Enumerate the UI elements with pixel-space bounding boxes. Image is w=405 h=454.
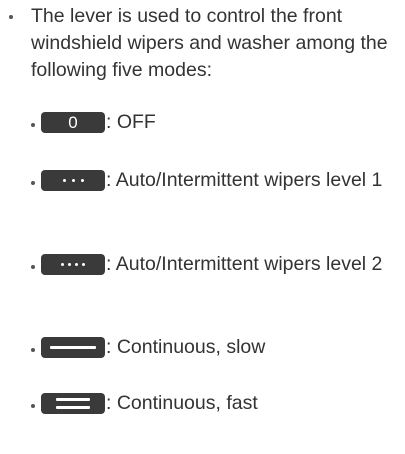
intermittent-4-dots-icon (41, 254, 105, 275)
bullet-dot (31, 404, 35, 408)
intermittent-3-dots-icon (41, 170, 105, 191)
mode-label-continuous-fast: : Continuous, fast (106, 392, 258, 414)
off-symbol: 0 (68, 113, 78, 132)
bullet-dot (9, 15, 13, 19)
bullet-dot (31, 123, 35, 127)
continuous-slow-line-icon (41, 337, 105, 358)
continuous-fast-double-line-icon (41, 393, 105, 414)
bullet-dot (31, 181, 35, 185)
mode-label-continuous-slow: : Continuous, slow (106, 336, 266, 358)
bullet-dot (31, 265, 35, 269)
mode-label-intermittent-1: : Auto/Intermittent wipers level 1 (106, 169, 383, 191)
off-zero-icon: 0 (41, 112, 105, 133)
mode-label-intermittent-2: : Auto/Intermittent wipers level 2 (106, 253, 383, 275)
manual-section: The lever is used to control the front w… (0, 0, 405, 454)
bullet-dot (31, 348, 35, 352)
intro-text: The lever is used to control the front w… (31, 5, 388, 81)
mode-label-off: : OFF (106, 111, 156, 133)
